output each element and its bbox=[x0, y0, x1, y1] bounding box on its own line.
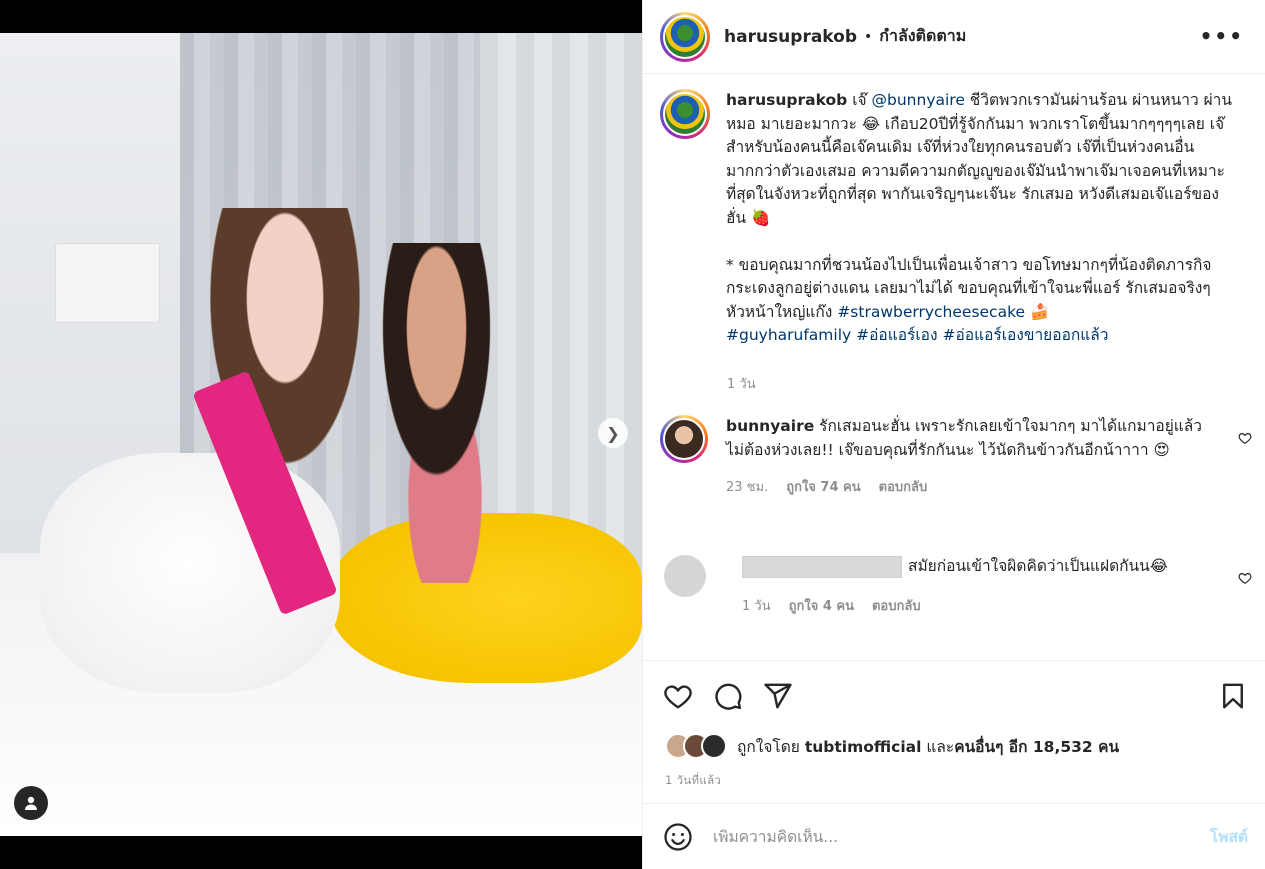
likes-summary[interactable]: ถูกใจโดย tubtimofficial และคนอื่นๆ อีก 1… bbox=[665, 733, 1119, 759]
comment-text: สมัยก่อนเข้าใจผิดคิดว่าเป็นแฝดกันน😂 bbox=[908, 557, 1168, 575]
comment-likes[interactable]: ถูกใจ 74 คน bbox=[786, 476, 860, 500]
likes-others[interactable]: คนอื่นๆ อีก 18,532 คน bbox=[954, 738, 1119, 756]
cake-emoji: 🍰 bbox=[1025, 302, 1050, 321]
post-comment-button[interactable]: โพสต์ bbox=[1210, 824, 1248, 849]
hashtag-link[interactable]: #อ่อแอร์เองขายออกแล้ว bbox=[942, 326, 1108, 344]
caption-text-part: ชีวิตพวกเรามันผ่านร้อน ผ่านหนาว ผ่านหมอ … bbox=[726, 91, 1232, 227]
user-tags-button[interactable] bbox=[14, 786, 48, 820]
user-icon bbox=[25, 796, 37, 810]
caption-time[interactable]: 1 วัน bbox=[727, 373, 756, 394]
photo-pane: ❯ bbox=[0, 0, 642, 869]
redacted-username bbox=[742, 555, 902, 578]
like-heart-icon[interactable] bbox=[663, 681, 693, 711]
comment-icon[interactable] bbox=[713, 681, 743, 711]
chevron-right-icon: ❯ bbox=[606, 423, 620, 443]
comment-time[interactable]: 23 ชม. bbox=[726, 476, 768, 500]
caption-text: harusuprakob เจ๊ @bunnyaire ชีวิตพวกเราม… bbox=[726, 89, 1236, 348]
author-avatar[interactable] bbox=[660, 11, 710, 62]
hashtag-link[interactable]: #อ่อแอร์เอง bbox=[856, 326, 937, 344]
post-actions: ถูกใจโดย tubtimofficial และคนอื่นๆ อีก 1… bbox=[643, 660, 1265, 803]
heart-icon[interactable] bbox=[1238, 571, 1252, 585]
likes-middle: และ bbox=[921, 737, 955, 756]
more-options-icon[interactable]: ••• bbox=[1200, 24, 1244, 48]
comment-item: สมัยก่อนเข้าใจผิดคิดว่าเป็นแฝดกันน😂 1 วั… bbox=[660, 555, 1260, 618]
post-image[interactable] bbox=[0, 33, 642, 836]
comment-time[interactable]: 1 วัน bbox=[742, 595, 771, 619]
following-button[interactable]: กำลังติดตาม bbox=[879, 24, 966, 49]
hashtag-link[interactable]: #strawberrycheesecake bbox=[837, 303, 1025, 321]
header-separator: • bbox=[864, 28, 873, 45]
reply-button[interactable]: ตอบกลับ bbox=[879, 476, 928, 500]
comments-list[interactable]: harusuprakob เจ๊ @bunnyaire ชีวิตพวกเราม… bbox=[643, 75, 1265, 660]
caption-text-part: เจ๊ bbox=[847, 91, 872, 109]
post-details-panel: harusuprakob • กำลังติดตาม ••• harusupra… bbox=[642, 0, 1265, 869]
likes-text: ถูกใจโดย tubtimofficial และคนอื่นๆ อีก 1… bbox=[737, 734, 1119, 759]
image-person-right bbox=[360, 243, 530, 583]
caption-mention[interactable]: @bunnyaire bbox=[872, 91, 965, 109]
liker-avatar bbox=[701, 733, 727, 759]
author-username[interactable]: harusuprakob bbox=[724, 27, 857, 47]
bookmark-icon[interactable] bbox=[1218, 681, 1248, 711]
share-icon[interactable] bbox=[763, 681, 793, 711]
carousel-next-button[interactable]: ❯ bbox=[598, 418, 628, 448]
comment-input[interactable] bbox=[713, 827, 1183, 846]
add-comment-bar: โพสต์ bbox=[643, 803, 1265, 869]
post-caption: harusuprakob เจ๊ @bunnyaire ชีวิตพวกเราม… bbox=[660, 89, 1250, 348]
image-lamp bbox=[55, 243, 160, 323]
liker-username[interactable]: tubtimofficial bbox=[805, 738, 922, 756]
comment-likes[interactable]: ถูกใจ 4 คน bbox=[789, 595, 854, 619]
post-header: harusuprakob • กำลังติดตาม ••• bbox=[643, 0, 1265, 74]
instagram-post-modal: ❯ harusuprakob • กำลังติดตาม ••• harusup… bbox=[0, 0, 1265, 869]
likes-prefix: ถูกใจโดย bbox=[737, 737, 805, 756]
carousel-dots bbox=[266, 810, 272, 816]
reply-button[interactable]: ตอบกลับ bbox=[872, 595, 921, 619]
comment-item: bunnyaire รักเสมอนะฮั่น เพราะรักเลยเข้าใ… bbox=[660, 415, 1260, 500]
post-time[interactable]: 1 วันที่แล้ว bbox=[665, 772, 721, 790]
comment-username[interactable]: bunnyaire bbox=[726, 417, 814, 435]
hashtag-link[interactable]: #guyharufamily bbox=[726, 326, 851, 344]
caption-avatar[interactable] bbox=[660, 89, 710, 139]
comment-avatar[interactable] bbox=[660, 415, 708, 463]
heart-icon[interactable] bbox=[1238, 431, 1252, 445]
emoji-icon[interactable] bbox=[663, 822, 693, 852]
comment-meta: 23 ชม. ถูกใจ 74 คน ตอบกลับ bbox=[726, 476, 1221, 500]
caption-username[interactable]: harusuprakob bbox=[726, 91, 847, 109]
comment-avatar[interactable] bbox=[664, 555, 706, 597]
comment-meta: 1 วัน ถูกใจ 4 คน ตอบกลับ bbox=[742, 595, 1237, 619]
